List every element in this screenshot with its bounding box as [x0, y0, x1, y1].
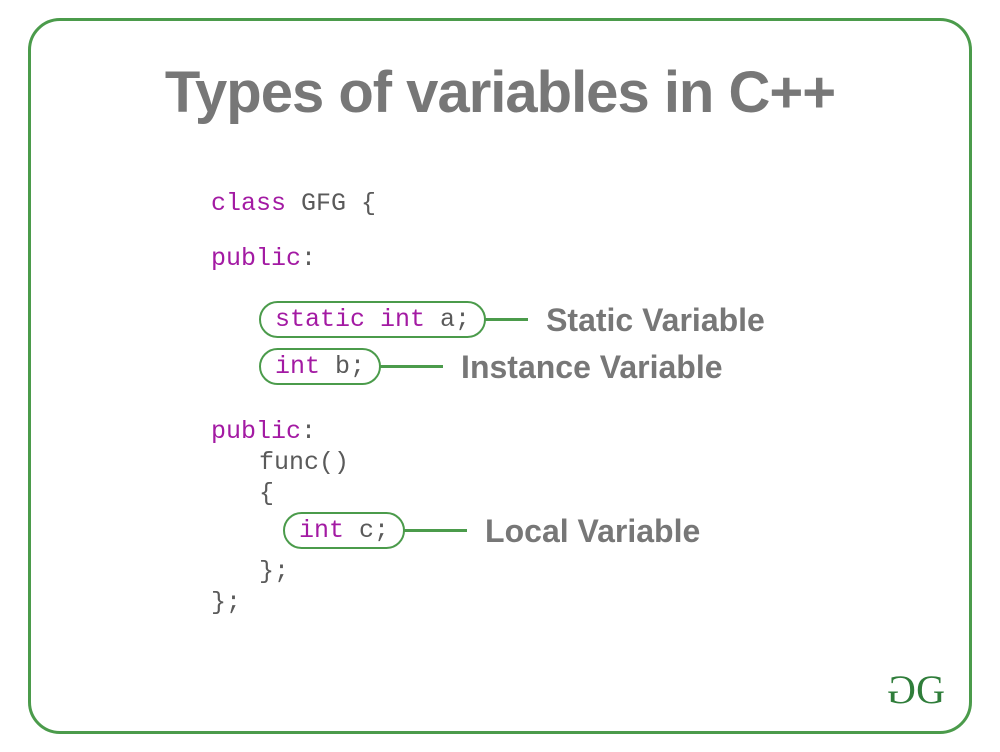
gfg-logo: GG: [889, 666, 943, 713]
instance-variable-pill: int b;: [259, 348, 381, 385]
logo-g: G: [916, 667, 943, 712]
code-line-brace-close1: };: [211, 559, 765, 584]
keyword-public: public: [211, 244, 301, 273]
leader-line: [403, 529, 467, 532]
code-block: class GFG { public: static int a; Static…: [211, 191, 765, 621]
instance-variable-row: int b; Instance Variable: [211, 348, 765, 385]
leader-line: [379, 365, 443, 368]
brace-close: };: [259, 557, 289, 586]
code-line-brace-close2: };: [211, 590, 765, 615]
brace-close: };: [211, 588, 241, 617]
keyword-int: int: [275, 352, 320, 381]
keyword-static-int: static int: [275, 305, 425, 334]
code-line-brace-open: {: [211, 481, 765, 506]
static-variable-row: static int a; Static Variable: [211, 301, 765, 338]
code-line-func: func(): [211, 450, 765, 475]
diagram-frame: Types of variables in C++ class GFG { pu…: [28, 18, 972, 734]
annotation-local: Local Variable: [485, 515, 700, 547]
static-variable-pill: static int a;: [259, 301, 486, 338]
code-line-public1: public:: [211, 246, 765, 271]
var-b: b;: [335, 352, 365, 381]
annotation-instance: Instance Variable: [461, 351, 722, 383]
code-line-class: class GFG {: [211, 191, 765, 216]
brace-open: {: [259, 479, 274, 508]
keyword-int: int: [299, 516, 344, 545]
logo-g-reversed: G: [889, 666, 916, 713]
func-call: func(): [259, 448, 349, 477]
keyword-class: class: [211, 189, 286, 218]
leader-line: [484, 318, 528, 321]
local-variable-pill: int c;: [283, 512, 405, 549]
var-c: c;: [359, 516, 389, 545]
page-title: Types of variables in C++: [31, 59, 969, 126]
local-variable-row: int c; Local Variable: [211, 512, 765, 549]
code-line-public2: public:: [211, 419, 765, 444]
annotation-static: Static Variable: [546, 304, 765, 336]
keyword-public: public: [211, 417, 301, 446]
class-name: GFG {: [301, 189, 376, 218]
var-a: a;: [440, 305, 470, 334]
